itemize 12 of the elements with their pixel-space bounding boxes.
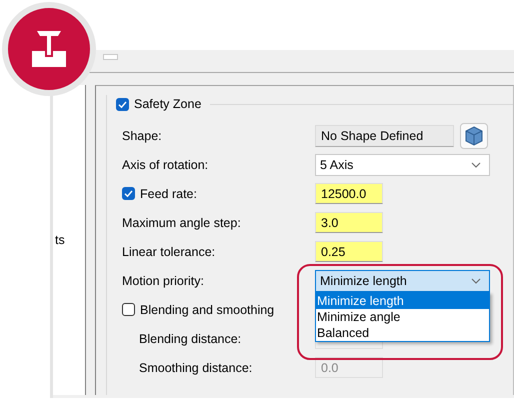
field-label: Axis of rotation: — [122, 158, 208, 172]
shape-field: No Shape Defined — [315, 124, 454, 146]
field-label: Maximum angle step: — [122, 216, 241, 230]
field-label: Shape: — [122, 128, 162, 142]
field-label: Motion priority: — [122, 274, 204, 288]
field-label: Smoothing distance: — [139, 360, 252, 374]
side-panel-text: ts — [55, 233, 65, 247]
field-label: Linear tolerance: — [122, 244, 216, 258]
checkbox-label: Feed rate: — [140, 186, 197, 200]
field-label: Blending distance: — [139, 332, 242, 346]
checkbox-label: Blending and smoothing — [140, 302, 274, 316]
group-title: Safety Zone — [134, 97, 202, 111]
